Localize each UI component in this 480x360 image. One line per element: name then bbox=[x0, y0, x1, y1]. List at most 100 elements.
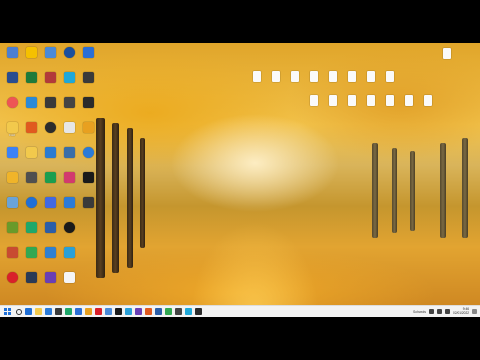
desktop-shortcut-icon[interactable] bbox=[60, 197, 78, 215]
taskbar-pinned-apps bbox=[22, 308, 202, 315]
desktop-shortcut-icon[interactable] bbox=[60, 47, 78, 65]
desktop-shortcut-icon[interactable] bbox=[41, 147, 59, 165]
desktop-shortcut-icon[interactable] bbox=[41, 122, 59, 140]
desktop-shortcut-icon[interactable] bbox=[41, 222, 59, 240]
clock[interactable]: 9:46 02/01/2022 bbox=[453, 307, 469, 315]
desktop-shortcut-icon[interactable] bbox=[3, 197, 21, 215]
app-icon bbox=[44, 72, 56, 83]
desktop-shortcut-icon[interactable] bbox=[79, 72, 97, 90]
desktop-shortcut-icon[interactable] bbox=[22, 172, 40, 190]
desktop-shortcut-icon[interactable] bbox=[79, 172, 97, 190]
taskbar-app-icon[interactable] bbox=[145, 308, 152, 315]
desktop-shortcut-icon[interactable] bbox=[41, 247, 59, 265]
desktop-shortcut-icon[interactable] bbox=[60, 222, 78, 240]
desktop-shortcut-icon[interactable] bbox=[60, 272, 78, 290]
desktop-shortcut-icon[interactable] bbox=[343, 71, 361, 89]
app-icon bbox=[25, 197, 37, 208]
desktop-shortcut-icon[interactable]: Fold bbox=[3, 122, 21, 140]
desktop-shortcut-icon[interactable] bbox=[248, 71, 266, 89]
taskbar-app-icon[interactable] bbox=[195, 308, 202, 315]
desktop-shortcut-icon[interactable] bbox=[22, 222, 40, 240]
desktop-shortcut-icon[interactable] bbox=[22, 97, 40, 115]
desktop-shortcut-icon[interactable] bbox=[22, 272, 40, 290]
taskbar-app-icon[interactable] bbox=[185, 308, 192, 315]
desktop-shortcut-icon[interactable] bbox=[3, 272, 21, 290]
desktop-shortcut-icon[interactable] bbox=[305, 95, 323, 113]
desktop-shortcut-icon[interactable] bbox=[286, 71, 304, 89]
desktop-shortcut-icon[interactable] bbox=[41, 272, 59, 290]
desktop-shortcut-icon[interactable] bbox=[60, 122, 78, 140]
document-icon bbox=[367, 71, 375, 82]
desktop-shortcut-icon[interactable] bbox=[60, 147, 78, 165]
desktop-shortcut-icon[interactable] bbox=[60, 247, 78, 265]
desktop-shortcut-icon[interactable] bbox=[60, 72, 78, 90]
desktop-shortcut-icon[interactable] bbox=[22, 122, 40, 140]
taskbar-app-icon[interactable] bbox=[85, 308, 92, 315]
app-icon bbox=[25, 72, 37, 83]
weather-text[interactable]: Schwols bbox=[413, 310, 426, 314]
desktop-shortcut-icon[interactable] bbox=[41, 47, 59, 65]
taskbar-app-icon[interactable] bbox=[155, 308, 162, 315]
desktop-shortcut-icon[interactable] bbox=[3, 47, 21, 65]
desktop-shortcut-icon[interactable] bbox=[3, 247, 21, 265]
desktop-shortcut-icon[interactable] bbox=[3, 222, 21, 240]
taskbar-app-icon[interactable] bbox=[115, 308, 122, 315]
desktop-shortcut-icon[interactable] bbox=[60, 172, 78, 190]
taskbar-app-icon[interactable] bbox=[35, 308, 42, 315]
desktop-shortcut-icon[interactable] bbox=[22, 147, 40, 165]
document-icon bbox=[329, 95, 337, 106]
desktop-shortcut-icon[interactable] bbox=[22, 47, 40, 65]
desktop-shortcut-icon[interactable] bbox=[22, 197, 40, 215]
taskbar-app-icon[interactable] bbox=[25, 308, 32, 315]
app-icon bbox=[63, 47, 75, 58]
tree-trunk bbox=[392, 148, 397, 233]
taskbar-app-icon[interactable] bbox=[55, 308, 62, 315]
desktop-shortcut-icon[interactable] bbox=[79, 197, 97, 215]
desktop-shortcut-icon[interactable] bbox=[400, 95, 418, 113]
notification-icon[interactable] bbox=[472, 309, 477, 314]
desktop-shortcut-icon[interactable] bbox=[79, 147, 97, 165]
desktop-shortcut-icon[interactable] bbox=[343, 95, 361, 113]
desktop-shortcut-icon[interactable] bbox=[79, 122, 97, 140]
desktop-shortcut-icon[interactable] bbox=[362, 71, 380, 89]
desktop-shortcut-icon[interactable] bbox=[324, 95, 342, 113]
start-button[interactable] bbox=[4, 308, 11, 315]
desktop-shortcut-icon[interactable] bbox=[79, 97, 97, 115]
desktop-shortcut-icon[interactable] bbox=[41, 72, 59, 90]
taskbar-app-icon[interactable] bbox=[175, 308, 182, 315]
desktop-shortcut-icon[interactable] bbox=[324, 71, 342, 89]
app-icon bbox=[25, 47, 37, 58]
taskbar-app-icon[interactable] bbox=[165, 308, 172, 315]
desktop-shortcut-icon[interactable] bbox=[419, 95, 437, 113]
chevron-up-icon[interactable] bbox=[429, 309, 435, 314]
taskbar-app-icon[interactable] bbox=[95, 308, 102, 315]
desktop-shortcut-icon[interactable] bbox=[3, 72, 21, 90]
desktop-shortcut-icon[interactable] bbox=[381, 71, 399, 89]
desktop-shortcut-icon[interactable] bbox=[41, 197, 59, 215]
desktop-shortcut-icon[interactable] bbox=[22, 72, 40, 90]
app-icon bbox=[6, 222, 18, 233]
network-icon[interactable] bbox=[437, 309, 443, 314]
desktop-shortcut-icon[interactable] bbox=[305, 71, 323, 89]
desktop-shortcut-icon[interactable] bbox=[381, 95, 399, 113]
taskbar-app-icon[interactable] bbox=[75, 308, 82, 315]
tree-trunk bbox=[96, 118, 105, 278]
taskbar-app-icon[interactable] bbox=[65, 308, 72, 315]
desktop-shortcut-icon[interactable] bbox=[3, 172, 21, 190]
desktop-shortcut-icon[interactable] bbox=[362, 95, 380, 113]
desktop-shortcut-icon[interactable] bbox=[41, 97, 59, 115]
desktop-shortcut-icon[interactable] bbox=[3, 147, 21, 165]
taskbar-app-icon[interactable] bbox=[45, 308, 52, 315]
taskbar-app-icon[interactable] bbox=[135, 308, 142, 315]
desktop-shortcut-icon[interactable] bbox=[79, 47, 97, 65]
app-icon bbox=[6, 197, 18, 208]
desktop-shortcut-icon[interactable] bbox=[267, 71, 285, 89]
desktop-shortcut-icon[interactable] bbox=[41, 172, 59, 190]
desktop-shortcut-icon[interactable] bbox=[22, 247, 40, 265]
desktop-shortcut-icon[interactable] bbox=[60, 97, 78, 115]
desktop-shortcut-icon[interactable] bbox=[438, 48, 456, 66]
desktop-shortcut-icon[interactable] bbox=[3, 97, 21, 115]
taskbar-app-icon[interactable] bbox=[125, 308, 132, 315]
taskbar-app-icon[interactable] bbox=[105, 308, 112, 315]
volume-icon[interactable] bbox=[445, 309, 451, 314]
